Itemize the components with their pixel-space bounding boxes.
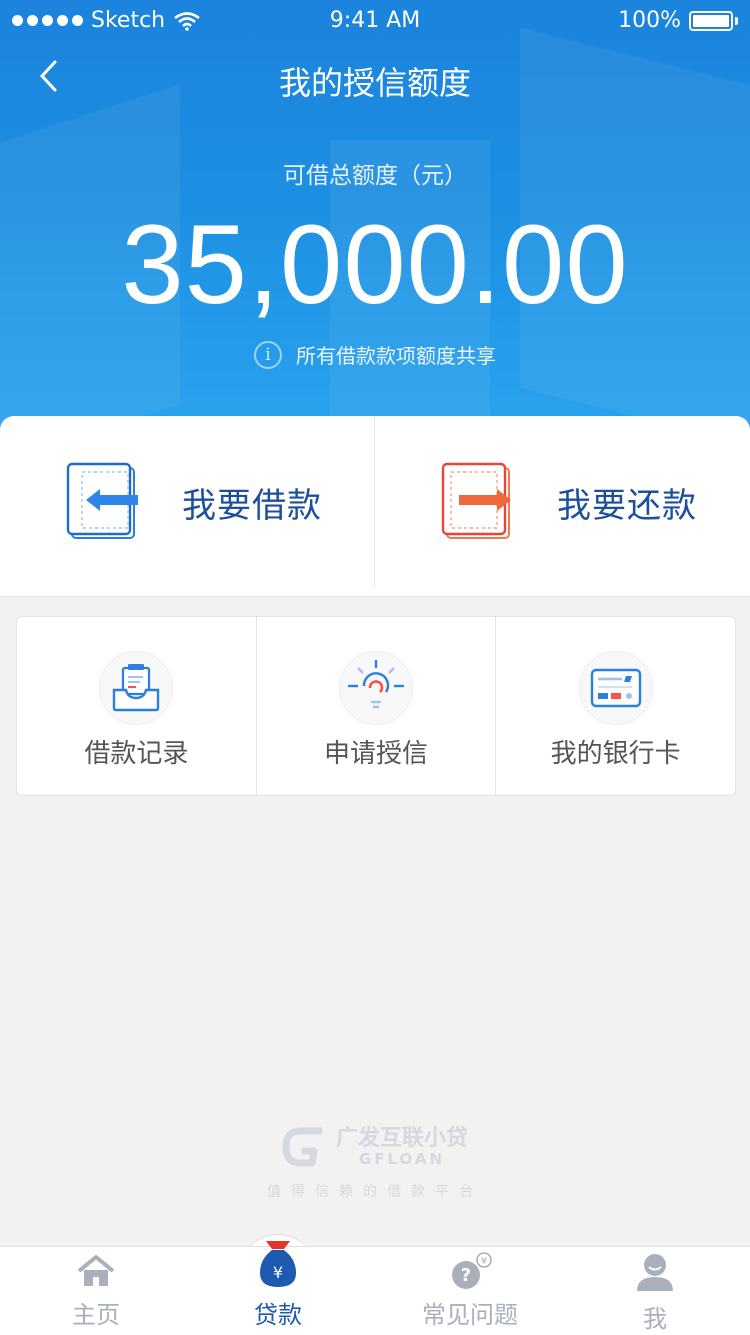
- tab-loans[interactable]: ¥ 贷款: [212, 1241, 344, 1335]
- credit-note: i 所有借款款项额度共享: [0, 340, 750, 369]
- repay-button[interactable]: 我要还款: [375, 416, 749, 588]
- record-tray-icon: [99, 651, 174, 725]
- grid-item-label: 我的银行卡: [550, 739, 681, 769]
- action-panel: 我要借款 我要还款: [0, 416, 750, 597]
- svg-text:¥: ¥: [273, 1263, 283, 1282]
- tab-faq[interactable]: ? ¥ 常见问题: [400, 1247, 540, 1335]
- header-banner: Sketch 9:41 AM 100% 我的授信额度 可借总额度（元） 35,0…: [0, 0, 750, 440]
- repay-icon: [441, 462, 511, 539]
- page-title: 我的授信额度: [278, 64, 471, 102]
- borrow-icon: [66, 462, 138, 539]
- brand-watermark: 广发互联小贷 GFLOAN 值得信赖的借款平台: [0, 1125, 750, 1201]
- battery-icon: [689, 10, 733, 31]
- gf-logo-icon: [282, 1127, 322, 1167]
- tab-me[interactable]: 我: [590, 1247, 720, 1335]
- brand-name: 广发互联小贷: [335, 1126, 468, 1151]
- status-bar: Sketch 9:41 AM 100%: [0, 0, 750, 40]
- battery-percent: 100%: [618, 8, 681, 33]
- tab-label: 主页: [72, 1301, 120, 1329]
- svg-text:?: ?: [461, 1265, 471, 1286]
- grid-item-label: 申请授信: [324, 739, 429, 769]
- tab-home[interactable]: 主页: [30, 1247, 162, 1335]
- credit-label: 可借总额度（元）: [283, 163, 467, 189]
- grid-item-label: 借款记录: [84, 739, 189, 769]
- money-bag-icon: ¥: [260, 1241, 296, 1287]
- repay-label: 我要还款: [557, 485, 697, 526]
- brand-english: GFLOAN: [358, 1150, 446, 1168]
- credit-amount: 35,000.00: [121, 202, 629, 327]
- function-grid: 借款记录 申请授信 我的银行卡: [16, 616, 736, 796]
- profile-icon: [637, 1254, 673, 1291]
- grid-item-loan-records[interactable]: 借款记录: [17, 617, 257, 795]
- lightbulb-icon: [339, 651, 413, 725]
- home-icon: [77, 1255, 115, 1286]
- borrow-button[interactable]: 我要借款: [0, 416, 374, 588]
- tab-label: 贷款: [254, 1301, 302, 1329]
- svg-text:¥: ¥: [481, 1256, 487, 1267]
- tab-bar: 主页 ¥ 贷款 ? ¥ 常见问题 我: [0, 1241, 750, 1335]
- grid-item-bank-cards[interactable]: 我的银行卡: [496, 617, 735, 795]
- nav-bar: 我的授信额度: [0, 40, 750, 120]
- battery-tip: [735, 16, 738, 25]
- tab-label: 我: [643, 1305, 667, 1333]
- brand-slogan: 值得信赖的借款平台: [267, 1184, 483, 1200]
- tab-label: 常见问题: [422, 1301, 518, 1329]
- help-icon: ? ¥: [452, 1252, 492, 1289]
- grid-item-apply-credit[interactable]: 申请授信: [257, 617, 497, 795]
- credit-note-text: 所有借款款项额度共享: [296, 344, 496, 368]
- info-icon[interactable]: i: [254, 340, 282, 369]
- bank-card-icon: [578, 651, 653, 725]
- borrow-label: 我要借款: [182, 485, 322, 526]
